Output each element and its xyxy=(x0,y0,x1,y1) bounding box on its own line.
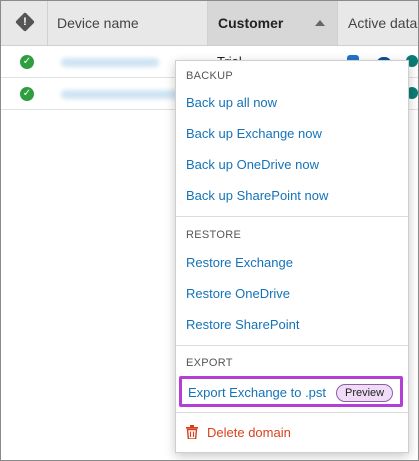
trash-icon xyxy=(186,425,198,439)
check-circle-icon: ✓ xyxy=(20,87,34,101)
menu-section-export: EXPORT xyxy=(186,357,233,369)
menu-section-backup: BACKUP xyxy=(186,70,234,82)
sort-ascending-icon xyxy=(315,20,325,26)
app-window: ! Device name Customer Active data ✓ Tri… xyxy=(0,0,419,461)
menu-item-export-exchange-pst[interactable]: Export Exchange to .pst Preview xyxy=(179,376,403,407)
menu-divider xyxy=(176,216,408,217)
menu-item-restore-onedrive[interactable]: Restore OneDrive xyxy=(186,286,290,301)
table-header: ! Device name Customer Active data xyxy=(1,1,418,46)
customer-column-label: Customer xyxy=(218,15,284,31)
preview-badge: Preview xyxy=(336,384,394,402)
menu-item-restore-exchange[interactable]: Restore Exchange xyxy=(186,255,293,270)
device-name-redacted xyxy=(61,90,181,99)
menu-section-restore: RESTORE xyxy=(186,229,242,241)
export-item-label: Export Exchange to .pst xyxy=(188,385,327,400)
menu-item-back-up-sharepoint[interactable]: Back up SharePoint now xyxy=(186,188,328,203)
device-name-column-header[interactable]: Device name xyxy=(48,1,208,45)
menu-item-back-up-exchange[interactable]: Back up Exchange now xyxy=(186,126,322,141)
menu-item-back-up-all[interactable]: Back up all now xyxy=(186,95,277,110)
menu-item-restore-sharepoint[interactable]: Restore SharePoint xyxy=(186,317,299,332)
delete-domain-label: Delete domain xyxy=(207,425,291,440)
status-column-header[interactable]: ! xyxy=(1,1,48,45)
menu-item-back-up-onedrive[interactable]: Back up OneDrive now xyxy=(186,157,319,172)
active-data-column-header[interactable]: Active data xyxy=(338,1,418,45)
check-circle-icon: ✓ xyxy=(20,55,34,69)
customer-column-header[interactable]: Customer xyxy=(208,1,338,45)
context-menu: BACKUP Back up all now Back up Exchange … xyxy=(175,60,409,453)
menu-divider xyxy=(176,345,408,346)
device-name-redacted xyxy=(61,58,159,67)
menu-divider xyxy=(176,412,408,413)
